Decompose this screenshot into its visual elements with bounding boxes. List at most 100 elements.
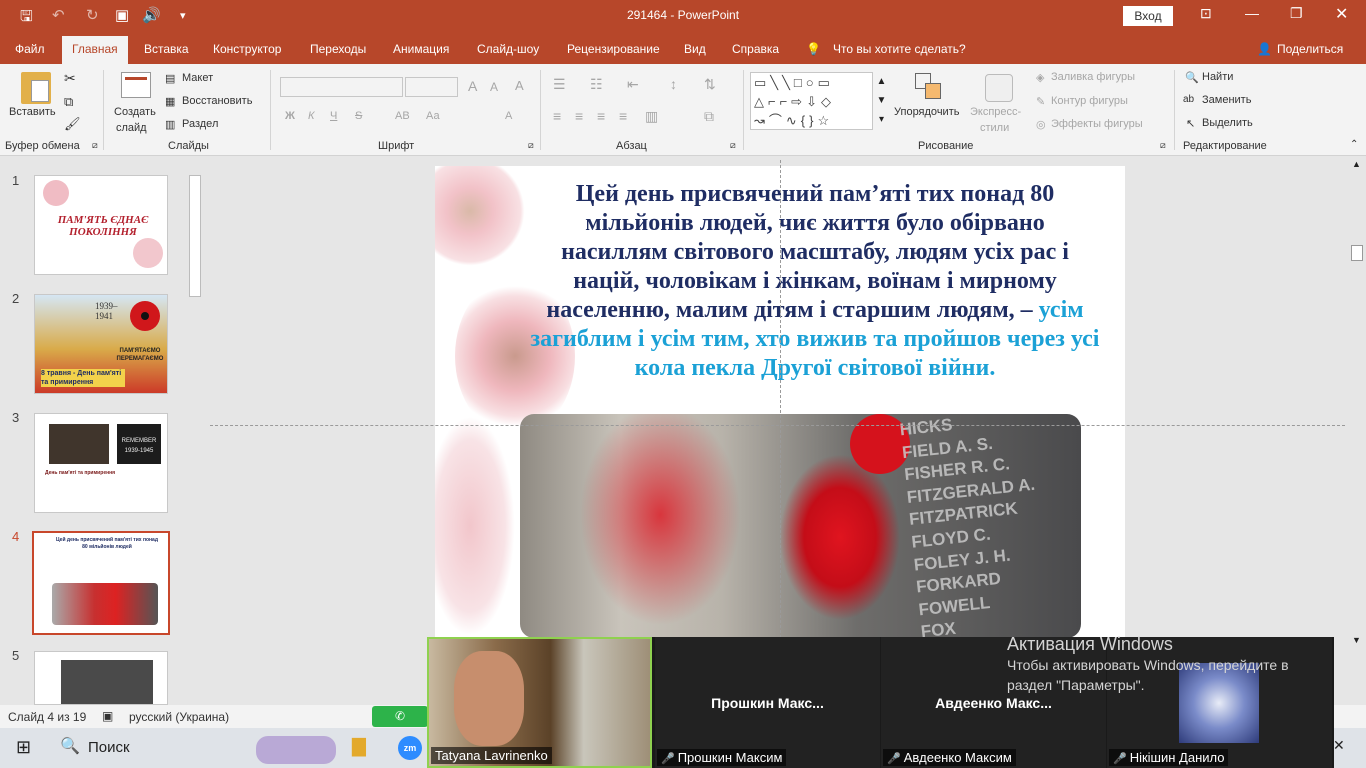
close-icon[interactable]: ✕ bbox=[1335, 4, 1348, 24]
align-center-icon[interactable]: ≡ bbox=[575, 108, 583, 124]
align-right-icon[interactable]: ≡ bbox=[597, 108, 605, 124]
tab-slideshow[interactable]: Слайд-шоу bbox=[477, 42, 539, 56]
maximize-icon[interactable]: ❐ bbox=[1290, 5, 1303, 22]
tab-help[interactable]: Справка bbox=[732, 42, 779, 56]
paste-button[interactable]: Вставить bbox=[9, 106, 56, 118]
layout-icon[interactable]: ▤ bbox=[165, 72, 175, 85]
shape-fill-button[interactable]: Заливка фигуры bbox=[1051, 71, 1135, 83]
share-icon[interactable]: 👤 bbox=[1257, 42, 1272, 56]
arrange-icon[interactable] bbox=[915, 73, 943, 101]
numbering-icon[interactable]: ☷ bbox=[590, 76, 603, 93]
font-color-button[interactable]: А bbox=[505, 110, 512, 122]
drawing-launcher-icon[interactable]: ⧄ bbox=[1160, 140, 1166, 151]
grow-font-icon[interactable]: A bbox=[468, 78, 477, 94]
replace-button[interactable]: Заменить bbox=[1202, 94, 1251, 106]
reset-button[interactable]: Восстановить bbox=[182, 95, 252, 107]
slide-scrollbar[interactable]: ▲ ▼ bbox=[1350, 157, 1364, 705]
language-indicator[interactable]: русский (Украина) bbox=[129, 710, 229, 724]
show-desktop[interactable]: ✕ bbox=[1333, 737, 1345, 754]
minimize-icon[interactable]: — bbox=[1245, 5, 1259, 21]
shape-effects-icon[interactable]: ◎ bbox=[1036, 118, 1046, 131]
collapse-ribbon-icon[interactable]: ⌃ bbox=[1350, 139, 1358, 150]
slide-thumbnail-2[interactable]: 1939–1941 ПАМ'ЯТАЄМО ПЕРЕМАГАЄМО 8 травн… bbox=[34, 294, 168, 394]
justify-icon[interactable]: ≡ bbox=[619, 108, 627, 124]
shape-effects-button[interactable]: Эффекты фигуры bbox=[1051, 118, 1143, 130]
memorial-poppies-photo[interactable]: HICKS FIELD A. S. FISHER R. C. FITZGERAL… bbox=[520, 414, 1081, 638]
char-spacing-button[interactable]: АВ bbox=[395, 110, 410, 122]
slide-counter[interactable]: Слайд 4 из 19 bbox=[8, 710, 86, 724]
new-slide-label-1[interactable]: Создать bbox=[114, 106, 156, 118]
slide-thumbnail-3[interactable]: REMEMBER 1939-1945 День пам'яті та прими… bbox=[34, 413, 168, 513]
shapes-gallery[interactable]: ▭╲╲□○▭ △⌐⌐⇨⇩◇ ↝⌒∿{}☆ bbox=[750, 72, 890, 130]
spellcheck-icon[interactable]: ▣ bbox=[102, 709, 113, 723]
underline-button[interactable]: Ч bbox=[330, 110, 337, 122]
italic-button[interactable]: К bbox=[308, 110, 314, 122]
shrink-font-icon[interactable]: A bbox=[490, 80, 498, 94]
change-case-button[interactable]: Аа bbox=[426, 110, 440, 122]
quick-styles-icon[interactable] bbox=[985, 74, 1013, 102]
find-icon[interactable]: 🔍 bbox=[1185, 71, 1199, 84]
indent-icon[interactable]: ⇤ bbox=[627, 76, 639, 93]
scroll-up-icon[interactable]: ▲ bbox=[1352, 159, 1361, 169]
copy-icon[interactable]: ⧉ bbox=[64, 94, 73, 110]
file-explorer-icon[interactable]: ▇ bbox=[352, 736, 366, 757]
section-button[interactable]: Раздел bbox=[182, 118, 218, 130]
share-button[interactable]: Поделиться bbox=[1277, 42, 1343, 56]
login-button[interactable]: Вход bbox=[1123, 6, 1173, 26]
tab-transitions[interactable]: Переходы bbox=[310, 42, 366, 56]
text-direction-icon[interactable]: ⇅ bbox=[704, 76, 716, 93]
bold-button[interactable]: Ж bbox=[285, 110, 295, 122]
font-launcher-icon[interactable]: ⧄ bbox=[528, 140, 534, 151]
shapes-gallery-scroll[interactable]: ▲ ▼ ▾ bbox=[872, 72, 890, 130]
tell-me-input[interactable]: Что вы хотите сделать? bbox=[833, 42, 966, 56]
section-icon[interactable]: ▥ bbox=[165, 118, 175, 131]
thumbnail-scrollbar[interactable] bbox=[188, 157, 202, 705]
participant-tile[interactable]: Прошкин Макс... 🎤 Прошкин Максим bbox=[655, 637, 880, 768]
tab-file[interactable]: Файл bbox=[15, 42, 45, 56]
align-left-icon[interactable]: ≡ bbox=[553, 108, 561, 124]
select-icon[interactable]: ↖ bbox=[1186, 117, 1195, 130]
clipboard-launcher-icon[interactable]: ⧄ bbox=[92, 140, 98, 151]
reset-icon[interactable]: ▦ bbox=[165, 95, 175, 108]
strikethrough-button[interactable]: S bbox=[355, 110, 362, 122]
select-button[interactable]: Выделить bbox=[1202, 117, 1253, 129]
paste-icon[interactable] bbox=[21, 72, 51, 104]
tab-design[interactable]: Конструктор bbox=[213, 42, 281, 56]
slide-thumbnail-5[interactable] bbox=[34, 651, 168, 705]
font-name-combo[interactable] bbox=[280, 77, 403, 97]
cut-icon[interactable]: ✂ bbox=[64, 70, 76, 87]
font-size-combo[interactable] bbox=[405, 77, 458, 97]
search-icon[interactable]: 🔍 bbox=[60, 736, 80, 756]
slide-body-text[interactable]: Цей день присвячений пам’яті тих понад 8… bbox=[530, 180, 1100, 383]
windows-start-icon[interactable]: ⊞ bbox=[16, 737, 31, 758]
layout-button[interactable]: Макет bbox=[182, 72, 213, 84]
shape-outline-icon[interactable]: ✎ bbox=[1036, 95, 1045, 108]
shape-fill-icon[interactable]: ◈ bbox=[1036, 71, 1044, 84]
zoom-share-indicator[interactable]: ✆ bbox=[372, 706, 428, 727]
clear-format-icon[interactable]: A bbox=[515, 78, 524, 93]
zoom-app-icon[interactable]: zm bbox=[398, 736, 422, 760]
ribbon-display-icon[interactable]: ⊡ bbox=[1200, 5, 1212, 22]
new-slide-icon[interactable] bbox=[121, 72, 151, 98]
quick-styles-label-2[interactable]: стили bbox=[980, 122, 1009, 134]
bullets-icon[interactable]: ☰ bbox=[553, 76, 566, 93]
tab-home[interactable]: Главная bbox=[62, 36, 128, 64]
arrange-button[interactable]: Упорядочить bbox=[894, 106, 959, 118]
tab-insert[interactable]: Вставка bbox=[144, 42, 189, 56]
shape-outline-button[interactable]: Контур фигуры bbox=[1051, 95, 1128, 107]
tab-view[interactable]: Вид bbox=[684, 42, 706, 56]
tab-animations[interactable]: Анимация bbox=[393, 42, 449, 56]
line-spacing-icon[interactable]: ↕ bbox=[670, 76, 677, 92]
find-button[interactable]: Найти bbox=[1202, 71, 1233, 83]
tab-review[interactable]: Рецензирование bbox=[567, 42, 660, 56]
taskbar-search[interactable]: Поиск bbox=[88, 739, 130, 756]
smartart-icon[interactable]: ⧉ bbox=[704, 108, 714, 125]
new-slide-label-2[interactable]: слайд bbox=[116, 122, 147, 134]
columns-icon[interactable]: ▥ bbox=[645, 108, 658, 125]
horizontal-guide[interactable] bbox=[210, 425, 1345, 426]
vertical-guide[interactable] bbox=[780, 160, 781, 638]
replace-icon[interactable]: ab bbox=[1183, 94, 1194, 105]
scroll-down-icon[interactable]: ▼ bbox=[1352, 635, 1361, 645]
quick-styles-label-1[interactable]: Экспресс- bbox=[970, 106, 1021, 118]
slide-thumbnail-4[interactable]: Цей день присвячений пам'яті тих понад 8… bbox=[32, 531, 170, 635]
